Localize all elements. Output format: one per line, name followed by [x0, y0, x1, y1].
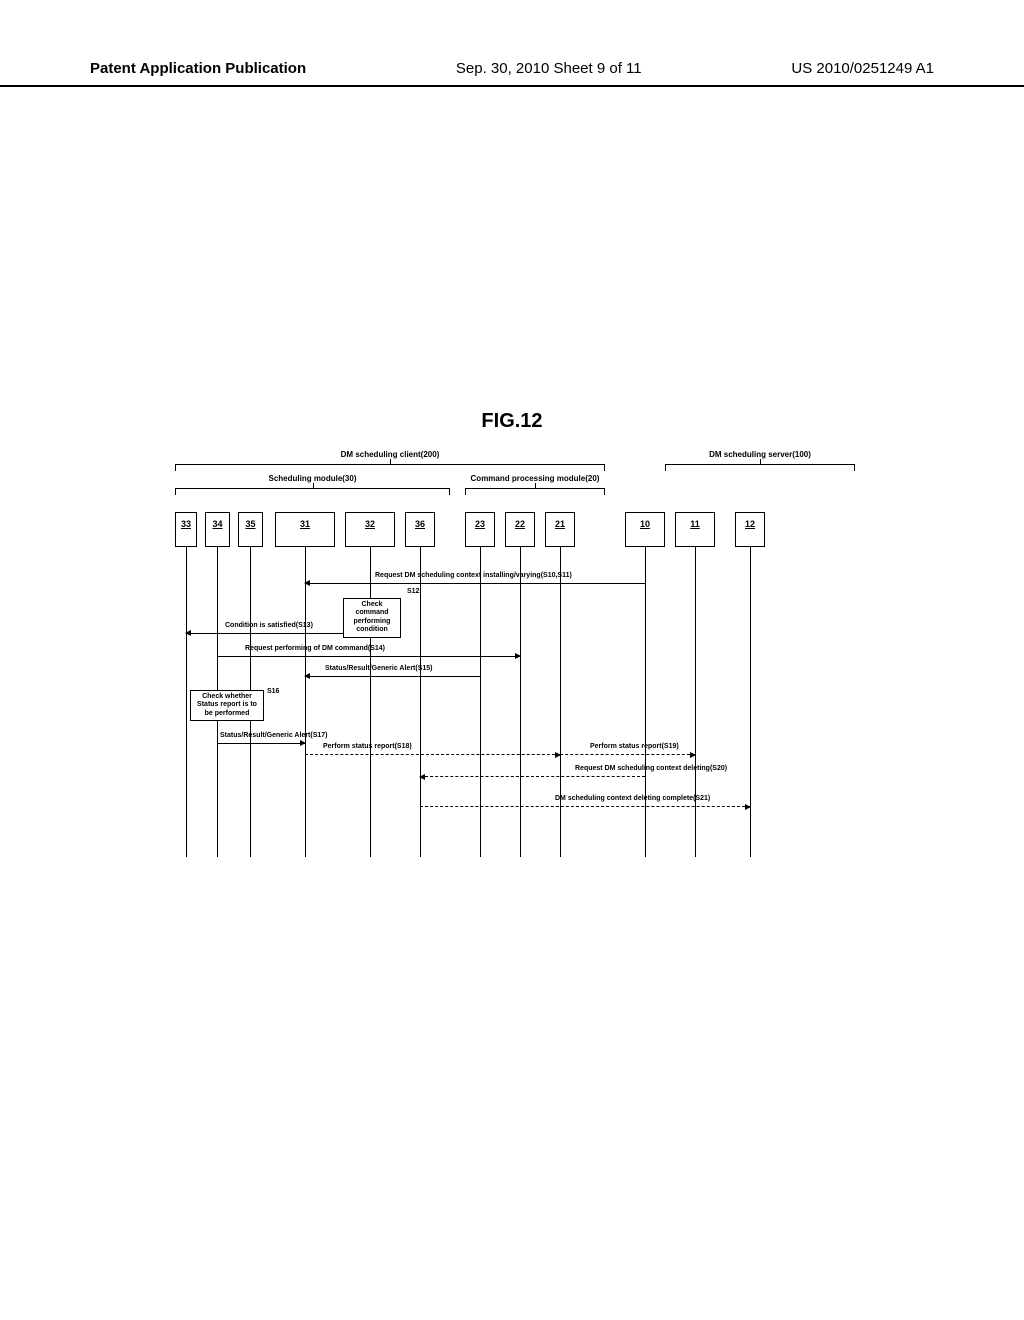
arrow-s20 [420, 776, 645, 777]
box-s12: Check command performing condition [343, 598, 401, 638]
label-s12: S12 [407, 588, 419, 595]
label-s18: Perform status report(S18) [323, 743, 412, 750]
col-36: 36 [405, 512, 435, 547]
brace-command [465, 488, 605, 496]
col-32: 32 [345, 512, 395, 547]
sequence-diagram: DM scheduling client(200) DM scheduling … [175, 450, 865, 950]
lifeline-31 [305, 547, 306, 857]
brace-command-label: Command processing module(20) [465, 474, 605, 483]
figure-title: FIG.12 [0, 410, 1024, 433]
brace-scheduling-label: Scheduling module(30) [175, 474, 450, 483]
lifeline-36 [420, 547, 421, 857]
brace-server [665, 464, 855, 472]
arrow-s13 [186, 633, 343, 634]
col-23: 23 [465, 512, 495, 547]
label-s17: Status/Result/Generic Alert(S17) [220, 732, 328, 739]
col-34: 34 [205, 512, 230, 547]
page-header: Patent Application Publication Sep. 30, … [0, 60, 1024, 87]
col-21: 21 [545, 512, 575, 547]
label-s14: Request performing of DM command(S14) [245, 645, 385, 652]
brace-server-label: DM scheduling server(100) [665, 450, 855, 459]
lifeline-12 [750, 547, 751, 857]
lifeline-23 [480, 547, 481, 857]
col-33: 33 [175, 512, 197, 547]
lifeline-11 [695, 547, 696, 857]
label-s20: Request DM scheduling context deleting(S… [575, 765, 727, 772]
header-right: US 2010/0251249 A1 [791, 60, 934, 77]
lifeline-22 [520, 547, 521, 857]
brace-client [175, 464, 605, 472]
label-s15: Status/Result/Generic Alert(S15) [325, 665, 433, 672]
lifeline-10 [645, 547, 646, 857]
col-35: 35 [238, 512, 263, 547]
arrow-s15 [305, 676, 480, 677]
brace-client-label: DM scheduling client(200) [175, 450, 605, 459]
arrow-s17 [217, 743, 305, 744]
box-s16: Check whether Status report is to be per… [190, 690, 264, 721]
header-center: Sep. 30, 2010 Sheet 9 of 11 [456, 60, 642, 77]
arrow-s19 [560, 754, 695, 755]
brace-scheduling [175, 488, 450, 496]
col-12: 12 [735, 512, 765, 547]
col-10: 10 [625, 512, 665, 547]
label-s10-11: Request DM scheduling context installing… [375, 572, 572, 579]
arrow-s21 [420, 806, 750, 807]
header-left: Patent Application Publication [90, 60, 306, 77]
arrow-s18 [305, 754, 560, 755]
lifeline-32 [370, 547, 371, 857]
col-22: 22 [505, 512, 535, 547]
col-31: 31 [275, 512, 335, 547]
label-s16: S16 [267, 688, 279, 695]
label-s13: Condition is satisfied(S13) [225, 622, 313, 629]
col-11: 11 [675, 512, 715, 547]
label-s19: Perform status report(S19) [590, 743, 679, 750]
label-s21: DM scheduling context deleting complete(… [555, 795, 710, 802]
arrow-s14 [217, 656, 520, 657]
lifeline-33 [186, 547, 187, 857]
lifeline-21 [560, 547, 561, 857]
arrow-s10-11 [305, 583, 645, 584]
